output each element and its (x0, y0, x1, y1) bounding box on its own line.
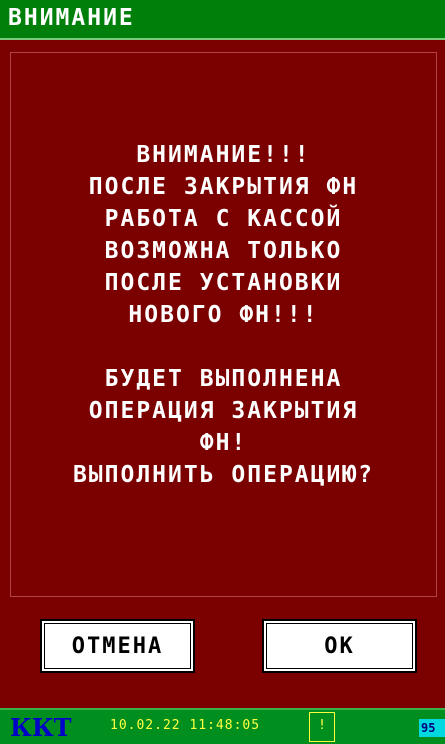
device-name: ККТ (10, 713, 72, 742)
title-bar: ВНИМАНИЕ (0, 0, 445, 40)
message-text: ВНИМАНИЕ!!! ПОСЛЕ ЗАКРЫТИЯ ФН РАБОТА С К… (11, 139, 436, 491)
status-bar: ККТ 10.02.22 11:48:05 ! 95 (0, 708, 445, 744)
message-line: НОВОГО ФН!!! (128, 302, 319, 328)
screen: ВНИМАНИЕ ВНИМАНИЕ!!! ПОСЛЕ ЗАКРЫТИЯ ФН Р… (0, 0, 445, 744)
window-title: ВНИМАНИЕ (8, 5, 135, 31)
message-line: ВНИМАНИЕ!!! (136, 142, 311, 168)
status-indicator: ! (309, 712, 335, 742)
message-line: РАБОТА С КАССОЙ (104, 206, 343, 232)
status-datetime: 10.02.22 11:48:05 (110, 718, 261, 733)
message-line: ВЫПОЛНИТЬ ОПЕРАЦИЮ? (72, 462, 375, 488)
message-line: БУДЕТ ВЫПОЛНЕНА (104, 366, 343, 392)
message-line: ПОСЛЕ ЗАКРЫТИЯ ФН (88, 174, 359, 200)
message-line: ФН! (199, 430, 248, 456)
message-line: ВОЗМОЖНА ТОЛЬКО (104, 238, 343, 264)
message-line: ОПЕРАЦИЯ ЗАКРЫТИЯ (88, 398, 359, 424)
message-line: ПОСЛЕ УСТАНОВКИ (104, 270, 343, 296)
battery-level: 95 (419, 719, 445, 737)
message-panel: ВНИМАНИЕ!!! ПОСЛЕ ЗАКРЫТИЯ ФН РАБОТА С К… (10, 52, 437, 597)
ok-button[interactable]: ОК (262, 619, 417, 673)
cancel-button[interactable]: ОТМЕНА (40, 619, 195, 673)
